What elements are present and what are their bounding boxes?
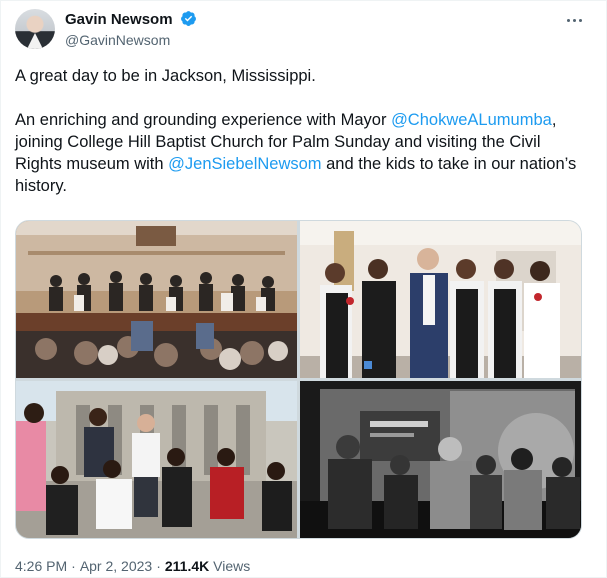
- verified-badge-icon: [181, 11, 196, 26]
- more-horizontal-icon-dot: [572, 18, 576, 22]
- author-info: Gavin Newsom @GavinNewsom: [65, 10, 197, 49]
- tweet-text-segment: An enriching and grounding experience wi…: [15, 111, 392, 129]
- author-handle[interactable]: @GavinNewsom: [65, 31, 197, 49]
- tweet-line-1: A great day to be in Jackson, Mississipp…: [15, 67, 316, 85]
- photo-church-volunteers[interactable]: [300, 221, 581, 378]
- tweet-metadata: 4:26 PM · Apr 2, 2023 · 211.4K Views: [15, 557, 250, 575]
- author-avatar[interactable]: [15, 9, 55, 49]
- tweet-time[interactable]: 4:26 PM: [15, 558, 67, 574]
- tweet-paragraph-2: An enriching and grounding experience wi…: [15, 109, 590, 197]
- tweet-text: A great day to be in Jackson, Mississipp…: [15, 65, 590, 197]
- photo-church-congregation[interactable]: [16, 221, 297, 378]
- mention-link-mayor[interactable]: @ChokweALumumba: [391, 111, 552, 129]
- more-options-button[interactable]: [562, 11, 586, 29]
- mention-link-jen[interactable]: @JenSiebelNewsom: [168, 155, 321, 173]
- tweet-date[interactable]: Apr 2, 2023: [80, 558, 152, 574]
- more-horizontal-icon-dot: [578, 18, 582, 22]
- more-horizontal-icon: [566, 18, 570, 22]
- photo-grid: [15, 220, 582, 539]
- views-label: Views: [213, 558, 251, 574]
- meta-separator: ·: [156, 558, 161, 574]
- photo-civil-rights-museum[interactable]: [300, 381, 581, 538]
- avatar-shirt: [27, 33, 43, 49]
- photo-outdoor-visit[interactable]: [16, 381, 297, 538]
- views-count: 211.4K: [164, 558, 210, 574]
- tweet-card[interactable]: Gavin Newsom @GavinNewsom A great day to…: [0, 0, 607, 578]
- author-display-name[interactable]: Gavin Newsom: [65, 10, 173, 29]
- meta-separator: ·: [71, 558, 76, 574]
